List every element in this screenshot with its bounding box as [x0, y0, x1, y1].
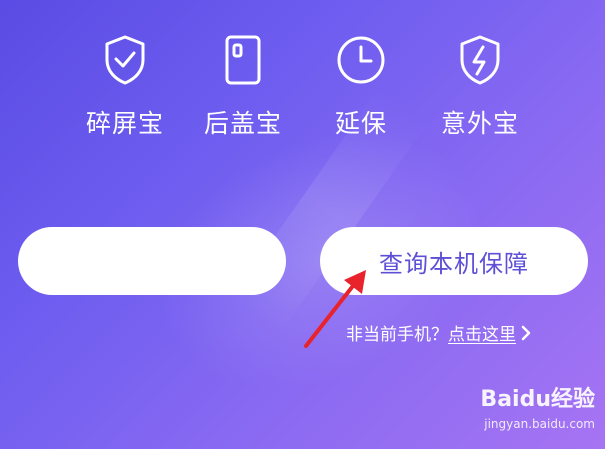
- service-label: 意外宝: [440, 109, 519, 138]
- chevron-right-icon[interactable]: [520, 325, 532, 341]
- watermark-brand: Baidu经验: [480, 387, 595, 412]
- baidu-jingyan-watermark: Baidu经验 jingyan.baidu.com: [445, 381, 595, 441]
- phone-back-icon: [217, 30, 269, 90]
- service-label: 碎屏宝: [85, 109, 164, 138]
- service-item-back-cover[interactable]: 后盖宝: [188, 30, 298, 140]
- service-item-accident[interactable]: 意外宝: [425, 30, 535, 140]
- annotation-arrow-icon: [304, 270, 366, 348]
- clock-icon: [335, 30, 387, 90]
- blank-pill-button[interactable]: [18, 227, 286, 295]
- watermark-url: jingyan.baidu.com: [484, 417, 595, 431]
- shield-check-icon: [99, 30, 151, 90]
- service-row: 碎屏宝 后盖宝 延保 意外宝: [0, 30, 605, 140]
- service-label: 延保: [334, 109, 387, 138]
- service-item-extended-warranty[interactable]: 延保: [306, 30, 416, 140]
- service-label: 后盖宝: [203, 109, 282, 138]
- service-item-screen[interactable]: 碎屏宝: [70, 30, 180, 140]
- shield-bolt-icon: [454, 30, 506, 90]
- click-here-link[interactable]: 点击这里: [448, 320, 516, 345]
